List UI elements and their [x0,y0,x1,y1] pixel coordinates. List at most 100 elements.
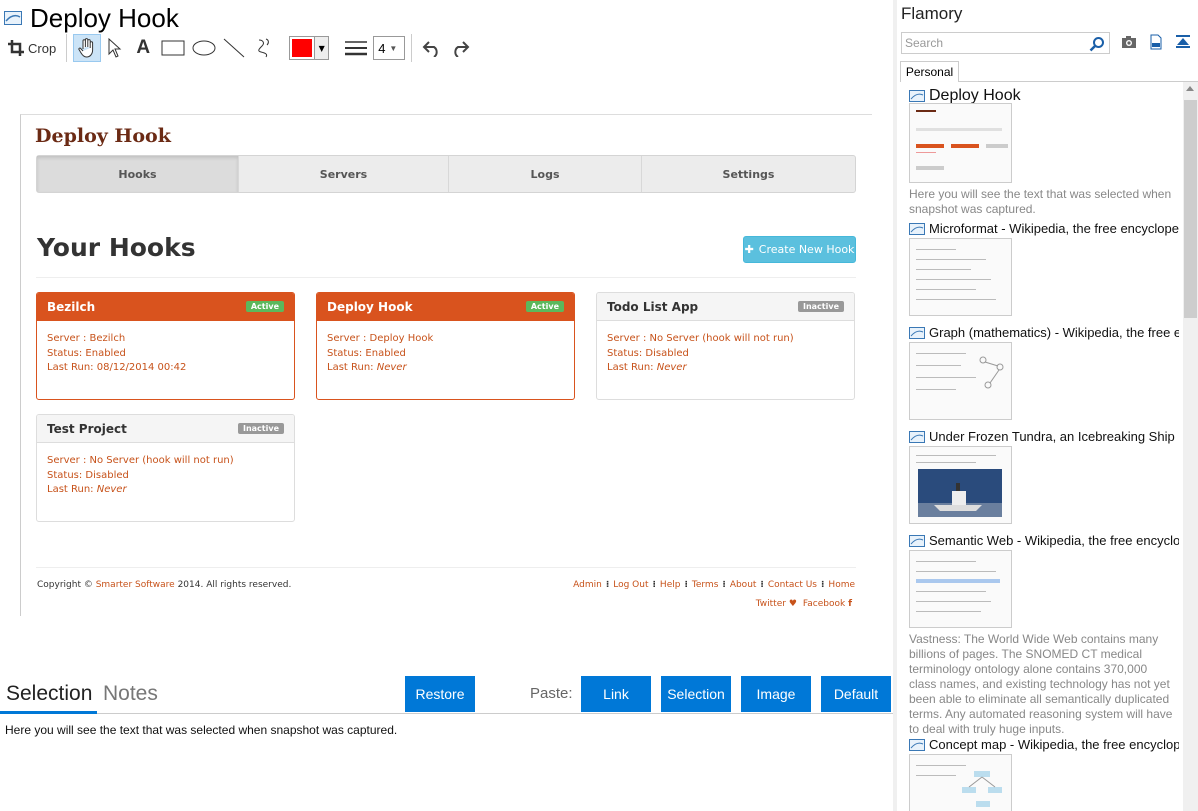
list-item[interactable]: Microformat - Wikipedia, the free encycl… [909,221,1179,316]
sidebar-title: Flamory [901,4,963,23]
list-item-title-row: Graph (mathematics) - Wikipedia, the fre… [909,325,1179,340]
rectangle-tool-button[interactable] [157,34,189,62]
scrollbar-thumb[interactable] [1184,100,1197,318]
thumb-line [916,455,996,456]
hook-card-body: Server : No Server (hook will not run) S… [597,321,854,387]
footer-link-logout[interactable]: Log Out [613,580,648,590]
search-placeholder: Search [905,36,944,50]
hand-icon [78,38,94,58]
nav-tab-hooks[interactable]: Hooks [37,156,239,192]
divider [36,567,856,568]
list-item-title-row: Under Frozen Tundra, an Icebreaking Ship… [909,429,1179,444]
facebook-link[interactable]: Facebook f [803,599,852,609]
freehand-tool-button[interactable] [249,34,279,62]
last-run-label: Last Run: [327,362,377,373]
page-icon [909,534,925,547]
sidebar-scrollbar[interactable] [1183,82,1198,811]
hook-card[interactable]: Deploy Hook Active Server : Deploy Hook … [316,292,575,400]
pen-color-picker[interactable]: ▼ [289,36,330,60]
separator: ⁝ [652,580,656,590]
line-width-icon [345,41,368,56]
footer-link-admin[interactable]: Admin [573,580,602,590]
create-hook-label: Create New Hook [758,243,855,256]
copyright-link[interactable]: Smarter Software [96,580,175,590]
camera-icon[interactable] [1121,34,1137,50]
create-hook-button[interactable]: ✚ Create New Hook [743,236,856,263]
footer-link-home[interactable]: Home [828,580,855,590]
line-width-select[interactable]: 4 ▼ [373,36,406,60]
list-item[interactable]: Deploy Hook Here you will see the text t… [909,87,1179,217]
tab-selection[interactable]: Selection [6,682,92,706]
social-links: Twitter ♥ Facebook f [756,599,852,609]
search-icon[interactable] [1089,36,1105,52]
paste-default-button[interactable]: Default [821,676,891,712]
hook-card[interactable]: Bezilch Active Server : Bezilch Status: … [36,292,295,400]
ellipse-icon [192,40,216,56]
tab-personal[interactable]: Personal [900,61,959,82]
footer-link-help[interactable]: Help [660,580,681,590]
hook-card-header: Bezilch Active [37,293,294,321]
facebook-label: Facebook [802,599,846,609]
selection-text-area[interactable]: Here you will see the text that was sele… [5,723,397,737]
list-item[interactable]: Under Frozen Tundra, an Icebreaking Ship… [909,429,1179,524]
thumb-line [916,571,996,572]
redo-button[interactable] [446,34,474,62]
concept-map-thumbnail-icon [962,771,1002,807]
toolbar-divider [66,34,68,62]
thumb-line [916,289,976,290]
status-badge: Active [525,301,564,312]
page-title: Deploy Hook [30,3,179,33]
list-item[interactable]: Semantic Web - Wikipedia, the free encyc… [909,533,1179,737]
section-heading: Your Hooks [37,233,196,262]
tab-notes[interactable]: Notes [103,682,158,706]
document-icon[interactable] [1148,34,1164,50]
chevron-down-icon: ▼ [389,43,398,53]
hook-last-run: Last Run: 08/12/2014 00:42 [47,361,284,376]
hook-card[interactable]: Todo List App Inactive Server : No Serve… [596,292,855,400]
separator: ⁝ [605,580,610,590]
pan-tool-button[interactable] [73,34,102,62]
list-item-title: Microformat - Wikipedia, the free encycl… [929,221,1179,236]
line-tool-button[interactable] [219,34,249,62]
paste-link-button[interactable]: Link [581,676,651,712]
rectangle-icon [161,40,185,56]
annotation-toolbar: Crop A ▼ 4 ▼ [4,34,474,62]
search-input[interactable]: Search [901,32,1110,54]
thumb-line [916,579,1000,583]
paste-selection-button[interactable]: Selection [661,676,731,712]
line-icon [223,38,245,58]
hook-card-body: Server : Bezilch Status: Enabled Last Ru… [37,321,294,387]
freehand-icon [258,38,270,58]
paste-image-button[interactable]: Image [741,676,811,712]
collapse-top-icon[interactable] [1175,34,1191,50]
footer-link-about[interactable]: About [730,580,757,590]
flamory-sidebar: Flamory Search Personal Deploy Hook Here… [897,0,1198,811]
paste-label: Paste: [530,685,573,702]
hook-card[interactable]: Test Project Inactive Server : No Server… [36,414,295,522]
crop-button[interactable]: Crop [4,34,60,62]
ship-photo-thumbnail [918,469,1002,517]
restore-button[interactable]: Restore [405,676,475,712]
footer-link-terms[interactable]: Terms [692,580,719,590]
thumb-line [916,144,944,148]
thumb-line [916,128,1002,131]
select-tool-button[interactable] [101,34,129,62]
thumb-line [916,365,961,366]
list-item[interactable]: Concept map - Wikipedia, the free encycl… [909,737,1179,811]
undo-button[interactable] [418,34,446,62]
footer-link-contact[interactable]: Contact Us [768,580,817,590]
redo-icon [454,41,470,57]
nav-tab-logs[interactable]: Logs [449,156,642,192]
ellipse-tool-button[interactable] [189,34,219,62]
text-tool-button[interactable]: A [129,34,157,62]
nav-tab-settings[interactable]: Settings [642,156,855,192]
hook-last-run: Last Run: Never [607,361,844,376]
list-item[interactable]: Graph (mathematics) - Wikipedia, the fre… [909,325,1179,420]
hook-status: Status: Enabled [47,347,126,359]
page-icon [909,90,925,102]
line-width-icon-button[interactable] [339,34,373,62]
scroll-up-icon[interactable] [1186,86,1194,91]
twitter-link[interactable]: Twitter ♥ [756,599,797,609]
nav-tab-servers[interactable]: Servers [239,156,449,192]
hook-status: Status: Disabled [607,347,689,359]
